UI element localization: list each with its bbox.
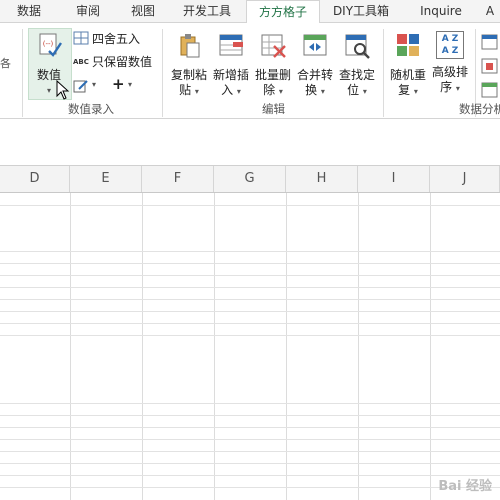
- insert-label: 新增插: [212, 68, 249, 82]
- formula-bar-area: [0, 119, 500, 166]
- tab-developer[interactable]: 开发工具: [168, 0, 246, 22]
- round-icon: [73, 31, 89, 45]
- column-header-e[interactable]: E: [70, 166, 142, 192]
- random-repeat-label: 随机重: [389, 68, 426, 82]
- group-separator: [383, 29, 384, 117]
- tab-more[interactable]: A: [480, 0, 500, 22]
- column-header-i[interactable]: I: [358, 166, 430, 192]
- tab-fangfang[interactable]: 方方格子: [246, 0, 320, 24]
- find-locate-label-2: 位: [347, 83, 360, 97]
- group-label-edit: 编辑: [262, 102, 285, 116]
- advanced-sort-label: 高级排: [431, 65, 468, 79]
- batch-delete-label: 批量删: [254, 68, 291, 82]
- copy-paste-button[interactable]: 复制粘 贴 ▾: [168, 31, 210, 99]
- edit-dropdown-arrow[interactable]: ▾: [92, 80, 96, 89]
- sort-az-icon: A Z A Z: [436, 31, 464, 59]
- svg-text:(--): (--): [43, 40, 54, 48]
- tab-view[interactable]: 视图: [118, 0, 168, 22]
- delete-grid-icon: [261, 34, 286, 58]
- random-grid-icon: [397, 34, 419, 56]
- sort-az-icon-text: A Z: [441, 34, 459, 44]
- insert-label-2: 入: [221, 83, 234, 97]
- round-button[interactable]: 四舍五入: [92, 30, 140, 47]
- clipboard-icon: [180, 34, 200, 58]
- abc-icon: ABC: [73, 58, 89, 66]
- left-cut-label: 各: [0, 57, 11, 70]
- find-icon: [345, 34, 370, 59]
- sort-az-icon-text-2: A Z: [441, 46, 459, 56]
- group-label-analysis: 数据分析: [459, 102, 500, 116]
- tab-data[interactable]: 数据: [0, 0, 58, 22]
- column-header-row: D E F G H I J: [0, 166, 500, 193]
- find-locate-label: 查找定: [338, 68, 375, 82]
- partial-tool-icons[interactable]: [480, 31, 500, 103]
- advanced-sort-label-2: 序: [440, 80, 453, 94]
- keep-values-button[interactable]: 只保留数值: [92, 53, 152, 70]
- worksheet-grid[interactable]: [0, 193, 500, 500]
- advanced-sort-button[interactable]: A Z A Z 高级排 序 ▾: [429, 31, 471, 96]
- group-separator: [162, 29, 163, 117]
- copy-paste-label: 复制粘: [170, 68, 207, 82]
- column-header-f[interactable]: F: [142, 166, 214, 192]
- insert-row-icon: [219, 34, 243, 56]
- tab-inquire[interactable]: Inquire: [402, 0, 480, 22]
- column-header-h[interactable]: H: [286, 166, 358, 192]
- mouse-cursor-icon: [56, 80, 70, 100]
- merge-convert-button[interactable]: 合并转 换 ▾: [294, 31, 336, 99]
- plus-dropdown-arrow[interactable]: ▾: [128, 80, 132, 89]
- ribbon-tab-bar: 数据 审阅 视图 开发工具 方方格子 DIY工具箱 Inquire A: [0, 0, 500, 24]
- tab-diy-toolbox[interactable]: DIY工具箱: [320, 0, 402, 22]
- tab-review[interactable]: 审阅: [58, 0, 118, 22]
- group-separator: [22, 29, 23, 117]
- merge-icon: [303, 34, 327, 56]
- merge-convert-label: 合并转: [296, 68, 333, 82]
- insert-button[interactable]: 新增插 入 ▾: [210, 31, 252, 99]
- merge-convert-label-2: 换: [305, 83, 318, 97]
- find-locate-button[interactable]: 查找定 位 ▾: [336, 31, 378, 99]
- plus-button[interactable]: +: [112, 75, 125, 93]
- batch-delete-label-2: 除: [263, 83, 276, 97]
- group-label-numeric: 数值录入: [68, 102, 114, 116]
- copy-paste-label-2: 贴: [179, 83, 192, 97]
- batch-delete-button[interactable]: 批量删 除 ▾: [252, 31, 294, 99]
- column-header-g[interactable]: G: [214, 166, 286, 192]
- column-header-j[interactable]: J: [430, 166, 500, 192]
- random-repeat-label-2: 复: [398, 83, 411, 97]
- random-repeat-button[interactable]: 随机重 复 ▾: [387, 31, 429, 99]
- edit-pencil-icon[interactable]: [73, 78, 89, 94]
- ribbon-panel: 各 (--) 数值 ▾ 四舍五入 ABC 只保留数值 ▾ + ▾ 数值录入 复制…: [0, 23, 500, 119]
- watermark: Bai 经验: [438, 479, 492, 494]
- column-header-d[interactable]: D: [0, 166, 70, 192]
- value-icon: (--): [39, 33, 62, 57]
